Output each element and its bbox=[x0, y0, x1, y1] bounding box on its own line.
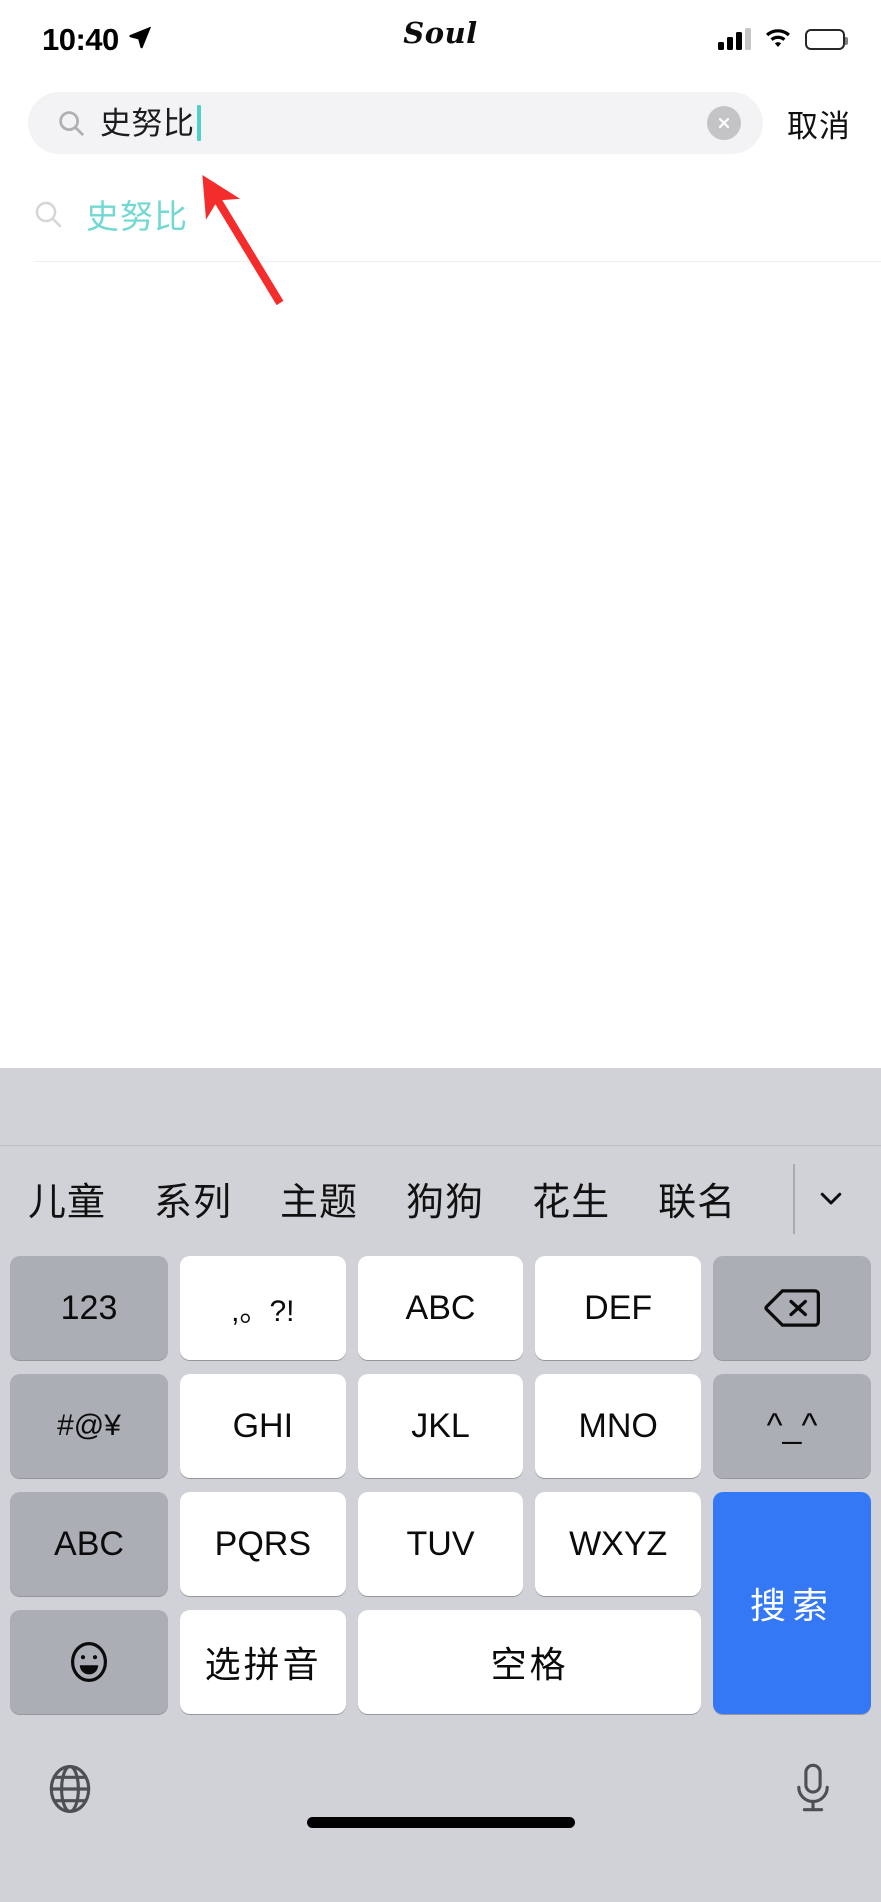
key-wxyz[interactable]: WXYZ bbox=[535, 1492, 702, 1596]
key-search[interactable]: 搜索 bbox=[713, 1492, 871, 1714]
keyboard: 儿童 系列 主题 狗狗 花生 联名 123 ,。?! ABC DEF #@¥ G… bbox=[0, 1068, 881, 1902]
candidate-item[interactable]: 主题 bbox=[280, 1171, 358, 1226]
candidate-list: 儿童 系列 主题 狗狗 花生 联名 bbox=[0, 1171, 881, 1226]
key-kaomoji[interactable]: ^_^ bbox=[713, 1374, 872, 1478]
key-select-pinyin[interactable]: 选拼音 bbox=[180, 1610, 347, 1714]
status-bar-right bbox=[718, 26, 848, 53]
globe-icon[interactable] bbox=[42, 1761, 98, 1817]
status-bar-left: 10:40 bbox=[42, 24, 153, 55]
key-punctuation[interactable]: ,。?! bbox=[180, 1256, 346, 1360]
key-mno[interactable]: MNO bbox=[535, 1374, 702, 1478]
microphone-icon[interactable] bbox=[787, 1761, 839, 1817]
text-caret bbox=[196, 105, 201, 141]
list-item[interactable]: 史努比 bbox=[0, 166, 881, 262]
keyboard-bottom-bar bbox=[0, 1730, 881, 1848]
key-abc[interactable]: ABC bbox=[357, 1256, 524, 1360]
candidate-bar: 儿童 系列 主题 狗狗 花生 联名 bbox=[0, 1146, 881, 1250]
key-123[interactable]: 123 bbox=[10, 1256, 168, 1360]
key-emoji[interactable] bbox=[10, 1610, 168, 1714]
keyboard-row: 123 ,。?! ABC DEF bbox=[10, 1256, 872, 1360]
clear-icon[interactable] bbox=[707, 106, 741, 140]
search-icon bbox=[32, 198, 64, 230]
suggestion-label: 史努比 bbox=[86, 198, 188, 235]
status-bar: 10:40 Soul bbox=[0, 0, 881, 78]
keyboard-toolbar bbox=[0, 1068, 881, 1146]
key-ghi[interactable]: GHI bbox=[180, 1374, 346, 1478]
candidate-item[interactable]: 狗狗 bbox=[406, 1171, 484, 1226]
candidate-item[interactable]: 儿童 bbox=[28, 1171, 106, 1226]
candidate-item[interactable]: 花生 bbox=[532, 1171, 610, 1226]
chevron-down-icon[interactable] bbox=[795, 1146, 867, 1250]
key-def[interactable]: DEF bbox=[535, 1256, 702, 1360]
candidate-item[interactable]: 联名 bbox=[658, 1171, 736, 1226]
search-input[interactable]: 史努比 bbox=[28, 92, 763, 154]
key-abc-mode[interactable]: ABC bbox=[10, 1492, 168, 1596]
home-indicator bbox=[306, 1817, 575, 1828]
search-input-value: 史努比 bbox=[100, 105, 195, 141]
phone-screen: 10:40 Soul 史努比 取消 史努比 儿童 系列 主题 狗狗 花生 联名 … bbox=[0, 0, 881, 1902]
battery-icon bbox=[805, 28, 848, 50]
search-suggestions-list: 史努比 bbox=[0, 166, 881, 262]
key-tuv[interactable]: TUV bbox=[357, 1492, 524, 1596]
candidate-item[interactable]: 系列 bbox=[154, 1171, 232, 1226]
cellular-signal-icon bbox=[718, 28, 751, 50]
search-bar: 史努比 取消 bbox=[0, 86, 881, 160]
keyboard-keys: 123 ,。?! ABC DEF #@¥ GHI JKL MNO ^_^ ABC… bbox=[0, 1250, 881, 1730]
key-backspace[interactable] bbox=[713, 1256, 872, 1360]
cancel-button[interactable]: 取消 bbox=[767, 101, 859, 146]
key-jkl[interactable]: JKL bbox=[357, 1374, 524, 1478]
key-symbols[interactable]: #@¥ bbox=[10, 1374, 168, 1478]
location-arrow-icon bbox=[127, 24, 153, 55]
status-time: 10:40 bbox=[42, 21, 119, 57]
key-pqrs[interactable]: PQRS bbox=[180, 1492, 346, 1596]
search-icon bbox=[56, 108, 86, 138]
key-space[interactable]: 空格 bbox=[358, 1610, 701, 1714]
list-divider bbox=[34, 261, 881, 262]
wifi-icon bbox=[763, 26, 793, 53]
keyboard-row: #@¥ GHI JKL MNO ^_^ bbox=[10, 1374, 872, 1478]
